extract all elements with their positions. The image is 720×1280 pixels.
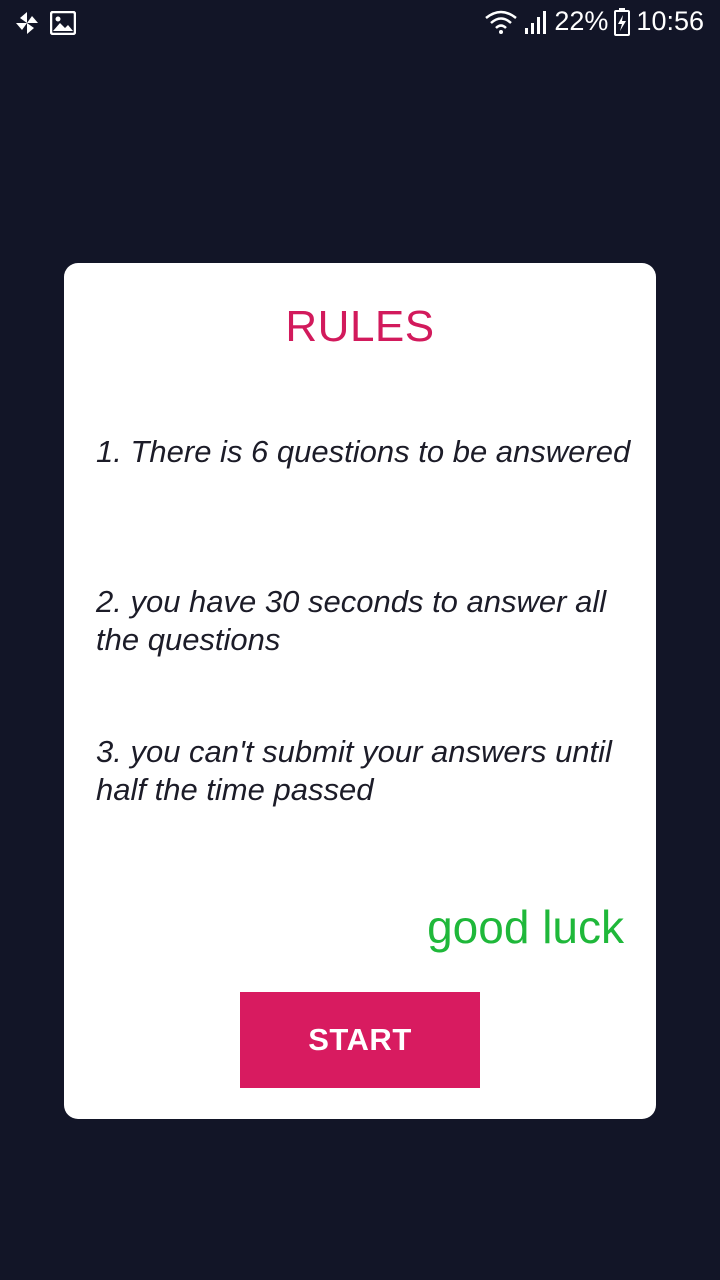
good-luck-text: good luck bbox=[427, 901, 624, 953]
clock: 10:56 bbox=[636, 6, 704, 36]
signal-icon bbox=[524, 9, 548, 35]
system-status: 22% 10:56 bbox=[484, 6, 704, 37]
battery-percent: 22% bbox=[554, 6, 609, 36]
rules-card bbox=[64, 263, 656, 1119]
rule-item: 3. you can't submit your answers until h… bbox=[96, 734, 612, 807]
rule-item: 2. you have 30 seconds to answer all the… bbox=[96, 584, 607, 657]
status-bar: 22% 10:56 bbox=[0, 0, 720, 50]
wifi-icon bbox=[484, 9, 518, 35]
image-icon bbox=[50, 11, 76, 35]
notification-icons bbox=[14, 10, 76, 36]
battery-icon bbox=[614, 7, 631, 36]
start-button[interactable]: START bbox=[240, 992, 480, 1088]
rules-title: RULES bbox=[285, 302, 435, 351]
pinwheel-icon bbox=[14, 10, 40, 36]
rule-item: 1. There is 6 questions to be answered bbox=[96, 434, 631, 469]
